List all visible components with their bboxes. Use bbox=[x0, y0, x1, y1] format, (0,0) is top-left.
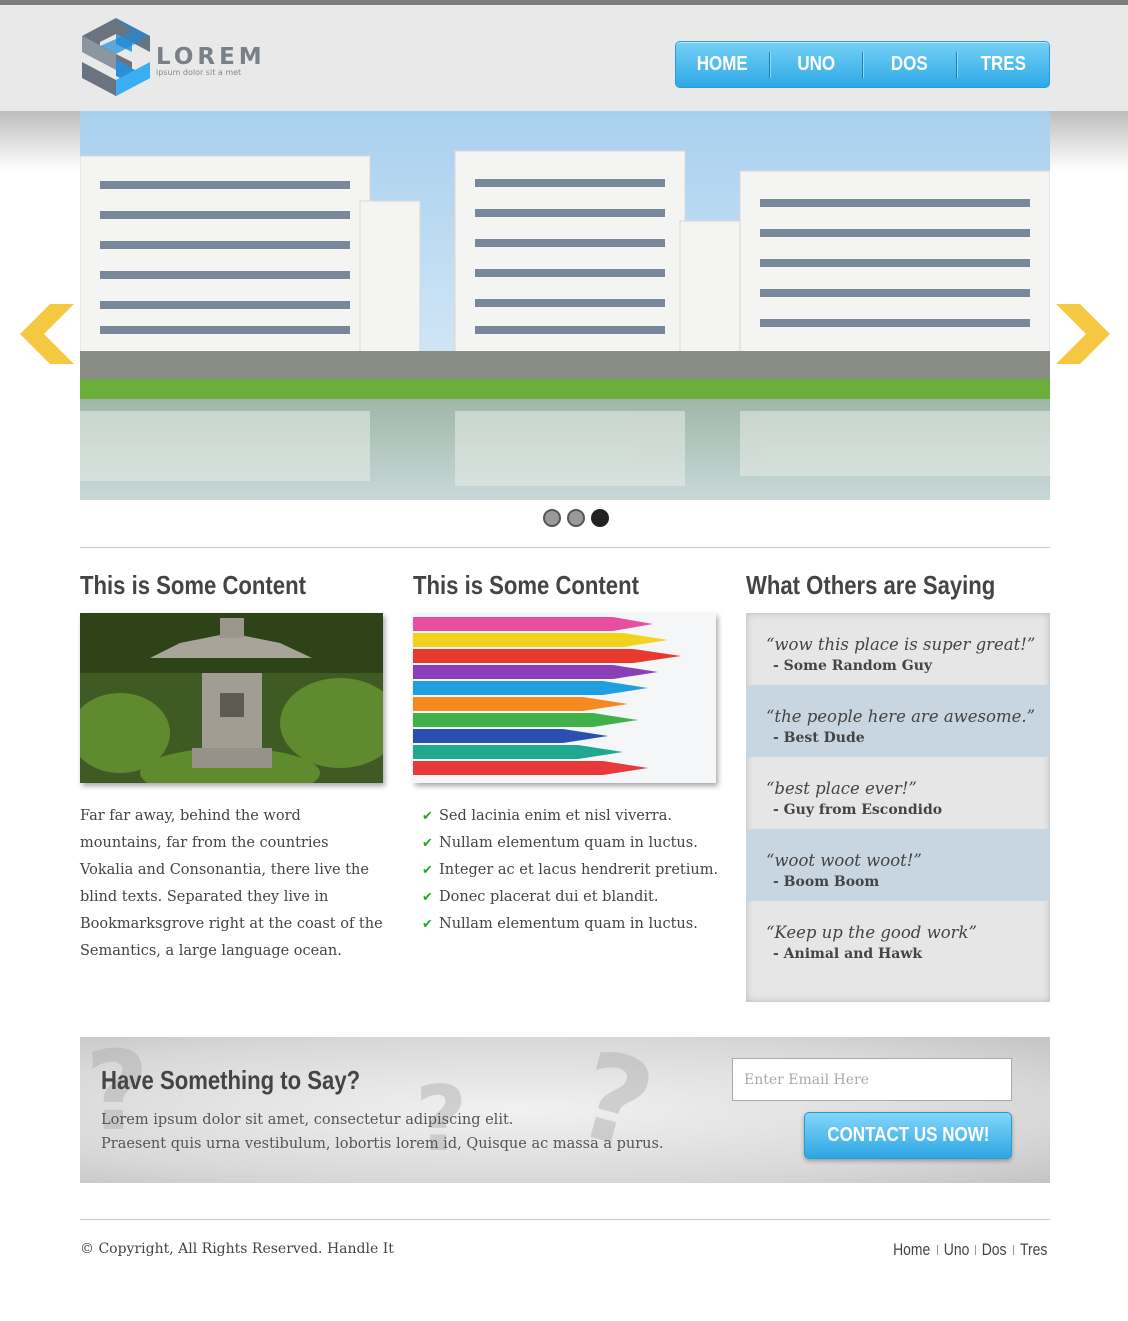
footer-link-uno[interactable]: Uno bbox=[944, 1240, 970, 1260]
slider-dot-2[interactable] bbox=[567, 509, 585, 527]
testimonial-author: - Boom Boom bbox=[773, 874, 880, 890]
logo-tagline: ipsum dolor sit a met bbox=[156, 68, 242, 77]
testimonial-author: - Guy from Escondido bbox=[773, 802, 943, 818]
checkmark-icon: ✔ bbox=[422, 917, 433, 932]
contact-banner: ? ? ? Have Something to Say? Lorem ipsum… bbox=[80, 1037, 1050, 1183]
testimonial-quote: “woot woot woot!” bbox=[766, 851, 922, 870]
stone-lantern-image bbox=[80, 613, 383, 783]
logo[interactable]: LOREM ipsum dolor sit a met bbox=[80, 18, 280, 102]
nav-dos[interactable]: DOS bbox=[870, 42, 949, 87]
email-input[interactable] bbox=[732, 1058, 1012, 1101]
header: LOREM ipsum dolor sit a met HOME UNO DOS… bbox=[0, 5, 1128, 111]
copyright-text: © Copyright, All Rights Reserved. Handle… bbox=[80, 1241, 394, 1257]
checkmark-icon: ✔ bbox=[422, 863, 433, 878]
nav-home[interactable]: HOME bbox=[683, 42, 762, 87]
footer-divider-bar bbox=[975, 1245, 977, 1255]
testimonials-box: “wow this place is super great!” - Some … bbox=[746, 613, 1050, 1002]
slider-dot-3[interactable] bbox=[591, 509, 609, 527]
footer-link-tres[interactable]: Tres bbox=[1020, 1240, 1047, 1260]
testimonial-author: - Some Random Guy bbox=[773, 658, 933, 674]
logo-text: LOREM bbox=[156, 44, 266, 70]
footer-link-home[interactable]: Home bbox=[893, 1240, 930, 1260]
list-item: ✔ Nullam elementum quam in luctus. bbox=[422, 830, 718, 857]
list-item: ✔ Donec placerat dui et blandit. bbox=[422, 884, 718, 911]
checkmark-icon: ✔ bbox=[422, 890, 433, 905]
list-item: ✔ Nullam elementum quam in luctus. bbox=[422, 911, 718, 938]
content-title-1: This is Some Content bbox=[80, 570, 306, 600]
list-item: ✔ Sed lacinia enim et nisl viverra. bbox=[422, 803, 718, 830]
cta-line-2: Praesent quis urna vestibulum, lobortis … bbox=[101, 1136, 664, 1152]
footer-divider-bar bbox=[1012, 1245, 1014, 1255]
testimonial: “woot woot woot!” - Boom Boom bbox=[746, 829, 1050, 901]
slider-dots bbox=[543, 509, 609, 527]
checkmark-icon: ✔ bbox=[422, 836, 433, 851]
slider-dot-1[interactable] bbox=[543, 509, 561, 527]
nav-divider bbox=[768, 51, 770, 78]
hero-slider-image bbox=[80, 111, 1050, 500]
colored-pencils-image bbox=[413, 613, 716, 783]
list-item: ✔ Integer ac et lacus hendrerit pretium. bbox=[422, 857, 718, 884]
slider-next-arrow-icon[interactable] bbox=[1056, 304, 1110, 364]
testimonial: “Keep up the good work” - Animal and Haw… bbox=[746, 901, 1050, 973]
footer-link-dos[interactable]: Dos bbox=[982, 1240, 1007, 1260]
nav-divider bbox=[955, 51, 957, 78]
testimonial-quote: “best place ever!” bbox=[766, 779, 917, 798]
footer-divider bbox=[80, 1219, 1050, 1220]
testimonial: “best place ever!” - Guy from Escondido bbox=[746, 757, 1050, 829]
nav-tres[interactable]: TRES bbox=[963, 42, 1042, 87]
cta-text: Lorem ipsum dolor sit amet, consectetur … bbox=[101, 1108, 664, 1156]
footer-nav: Home Uno Dos Tres bbox=[889, 1240, 1050, 1260]
testimonial-author: - Best Dude bbox=[773, 730, 865, 746]
nav-uno[interactable]: UNO bbox=[776, 42, 855, 87]
testimonial: “the people here are awesome.” - Best Du… bbox=[746, 685, 1050, 757]
main-nav: HOME UNO DOS TRES bbox=[675, 41, 1050, 88]
footer-divider-bar bbox=[937, 1245, 939, 1255]
content-paragraph: Far far away, behind the word mountains,… bbox=[80, 808, 383, 959]
cta-line-1: Lorem ipsum dolor sit amet, consectetur … bbox=[101, 1112, 514, 1128]
feature-list: ✔ Sed lacinia enim et nisl viverra. ✔ Null… bbox=[422, 803, 718, 938]
testimonial-quote: “the people here are awesome.” bbox=[766, 707, 1036, 726]
testimonials-title: What Others are Saying bbox=[746, 570, 996, 600]
content-title-2: This is Some Content bbox=[413, 570, 639, 600]
nav-divider bbox=[862, 51, 863, 78]
cube-logo-icon bbox=[82, 18, 150, 96]
cta-title: Have Something to Say? bbox=[101, 1065, 361, 1095]
testimonial-author: - Animal and Hawk bbox=[773, 946, 923, 962]
contact-button[interactable]: CONTACT US NOW! bbox=[804, 1112, 1012, 1159]
slider-prev-arrow-icon[interactable] bbox=[20, 304, 74, 364]
checkmark-icon: ✔ bbox=[422, 809, 433, 824]
testimonial-quote: “wow this place is super great!” bbox=[766, 635, 1036, 654]
testimonial: “wow this place is super great!” - Some … bbox=[746, 613, 1050, 685]
divider bbox=[80, 547, 1050, 548]
testimonial-quote: “Keep up the good work” bbox=[766, 923, 977, 942]
